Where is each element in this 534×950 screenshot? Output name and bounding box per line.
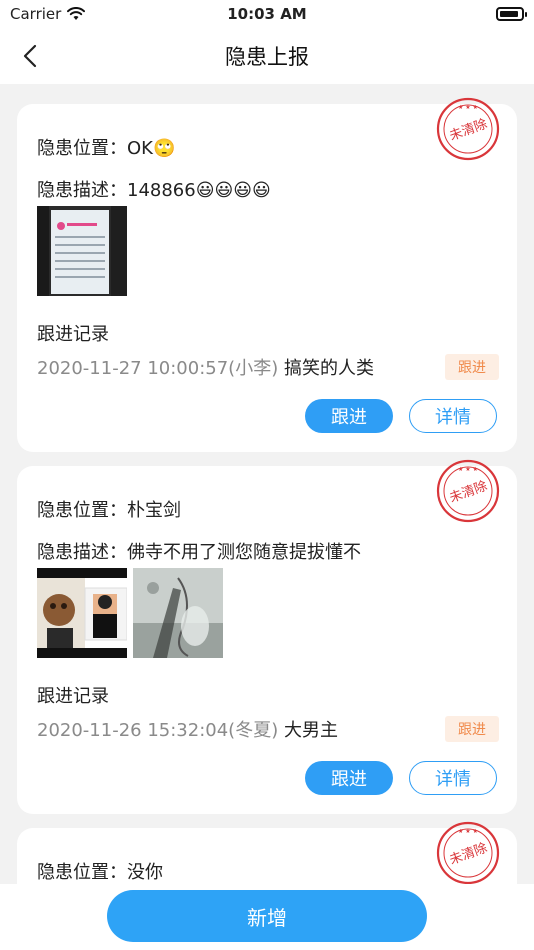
uncleared-stamp-icon: ★ ★ ★ 未清除 [436,459,500,523]
wifi-icon [67,7,86,20]
record-title: 跟进记录 [37,686,109,707]
location-label: 隐患位置： [37,862,127,883]
location-label: 隐患位置： [37,138,127,159]
location-value: OK🙄 [127,138,176,159]
bottom-bar: 新增 [0,884,534,950]
record-time: 2020-11-27 10:00:57(小李) [37,358,279,379]
record-title: 跟进记录 [37,324,109,345]
follow-status-badge: 跟进 [445,354,499,380]
stamp-text: 未清除 [448,117,490,144]
description-value: 148866😃😃😃😃 [127,180,271,201]
description-row: 隐患描述：148866😃😃😃😃 [37,176,271,202]
record-text: 搞笑的人类 [283,358,374,379]
description-label: 隐患描述： [37,542,127,563]
follow-button[interactable]: 跟进 [305,399,393,433]
location-row: 隐患位置：没你 [37,858,163,884]
description-label: 隐患描述： [37,180,127,201]
back-button[interactable] [14,40,46,72]
chevron-left-icon [23,44,37,68]
location-label: 隐患位置： [37,500,127,521]
hazard-card[interactable]: ★ ★ ★ 未清除 隐患位置：OK🙄 隐患描述：148866😃😃😃😃 跟进记录 … [17,97,517,452]
location-value: 朴宝剑 [127,500,181,521]
location-row: 隐患位置：朴宝剑 [37,496,181,522]
page-title: 隐患上报 [225,45,309,69]
battery-icon [496,7,527,21]
hazard-card[interactable]: ★ ★ ★ 未清除 隐患位置：朴宝剑 隐患描述：佛寺不用了测您随意提拔懂不 跟进… [17,459,517,814]
detail-button[interactable]: 详情 [409,399,497,433]
record-entry: 2020-11-27 10:00:57(小李) 搞笑的人类 [37,354,374,380]
hazard-list[interactable]: ★ ★ ★ 未清除 隐患位置：OK🙄 隐患描述：148866😃😃😃😃 跟进记录 … [0,84,534,884]
add-button[interactable]: 新增 [107,890,427,942]
photo-thumbnail[interactable] [133,568,223,658]
record-text: 大男主 [283,720,338,741]
stamp-text: 未清除 [448,479,490,506]
svg-text:★ ★ ★: ★ ★ ★ [458,828,478,835]
svg-text:★ ★ ★: ★ ★ ★ [458,466,478,473]
photo-thumbnail[interactable] [37,206,127,296]
nav-bar: 隐患上报 [0,28,534,84]
stamp-text: 未清除 [448,841,490,868]
description-value: 佛寺不用了测您随意提拔懂不 [127,542,361,563]
record-time: 2020-11-26 15:32:04(冬夏) [37,720,279,741]
battery-fill [500,11,518,17]
description-row: 隐患描述：佛寺不用了测您随意提拔懂不 [37,538,361,564]
location-row: 隐患位置：OK🙄 [37,134,175,160]
status-bar: Carrier 10:03 AM [0,0,534,28]
follow-button[interactable]: 跟进 [305,761,393,795]
photo-thumbnail[interactable] [37,568,127,658]
uncleared-stamp-icon: ★ ★ ★ 未清除 [436,97,500,161]
status-left: Carrier [10,5,86,23]
follow-status-badge: 跟进 [445,716,499,742]
uncleared-stamp-icon: ★ ★ ★ 未清除 [436,821,500,884]
location-value: 没你 [127,862,163,883]
svg-text:★ ★ ★: ★ ★ ★ [458,104,478,111]
record-entry: 2020-11-26 15:32:04(冬夏) 大男主 [37,716,338,742]
detail-button[interactable]: 详情 [409,761,497,795]
hazard-card[interactable]: ★ ★ ★ 未清除 隐患位置：没你 [17,821,517,884]
carrier-label: Carrier [10,5,62,23]
